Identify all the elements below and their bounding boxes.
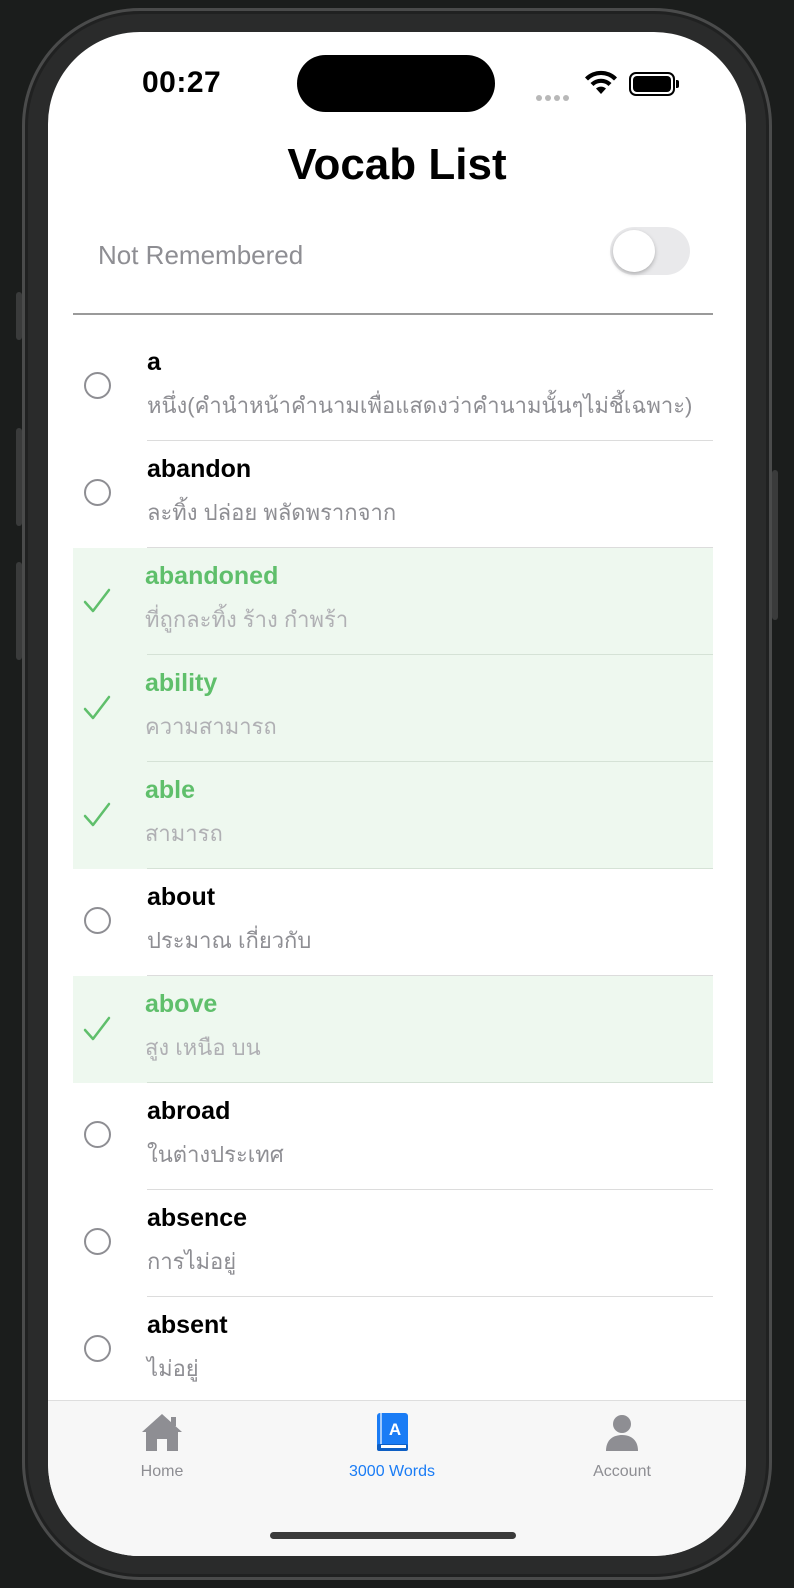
vocab-meaning: ที่ถูกละทิ้ง ร้าง กำพร้า: [145, 607, 349, 632]
tab-home-label: Home: [140, 1463, 184, 1480]
tab-account[interactable]: Account: [562, 1411, 682, 1481]
checkmark-icon[interactable]: [82, 800, 112, 830]
house-icon: [142, 1414, 182, 1451]
unchecked-circle-icon[interactable]: [84, 479, 111, 506]
header-divider: [73, 313, 713, 315]
status-time: 00:27: [142, 66, 222, 99]
checkmark-icon[interactable]: [82, 693, 112, 723]
side-button-action: [16, 292, 22, 340]
vocab-meaning: ความสามารถ: [145, 714, 277, 739]
vocab-meaning: ละทิ้ง ปล่อย พลัดพรากจาก: [147, 500, 397, 525]
vocab-row[interactable]: absent ไม่อยู่: [73, 1297, 713, 1404]
page-title: Vocab List: [287, 140, 507, 189]
dynamic-island: [297, 55, 495, 112]
vocab-word: absence: [147, 1204, 248, 1232]
vocab-meaning: หนึ่ง(คำนำหน้าคำนามเพื่อแสดงว่าคำนามนั้น…: [147, 393, 693, 418]
unchecked-circle-icon[interactable]: [84, 1121, 111, 1148]
side-button-volume-down: [16, 562, 22, 660]
vocab-word: a: [147, 348, 161, 376]
side-button-volume-up: [16, 428, 22, 526]
not-remembered-label: Not Remembered: [98, 240, 304, 270]
vocab-word: above: [145, 990, 218, 1018]
vocab-row[interactable]: abandon ละทิ้ง ปล่อย พลัดพรากจาก: [73, 441, 713, 548]
vocab-word: abandon: [147, 455, 252, 483]
side-button-power: [772, 470, 778, 620]
vocab-meaning: ในต่างประเทศ: [147, 1142, 284, 1167]
svg-text:A: A: [389, 1420, 401, 1439]
app-screen: 00:27 Vocab List Not Remembered a หนึ่ง(ค…: [48, 32, 746, 1556]
checkmark-icon[interactable]: [82, 1014, 112, 1044]
toggle-knob: [613, 230, 655, 272]
cellular-signal-icon: [536, 88, 576, 101]
vocab-word: absent: [147, 1311, 228, 1339]
vocab-row[interactable]: above สูง เหนือ บน: [73, 976, 713, 1083]
unchecked-circle-icon[interactable]: [84, 372, 111, 399]
vocab-meaning: สามารถ: [145, 821, 223, 846]
unchecked-circle-icon[interactable]: [84, 1335, 111, 1362]
vocab-word: abandoned: [145, 562, 279, 590]
home-indicator: [270, 1532, 516, 1539]
vocab-row[interactable]: abroad ในต่างประเทศ: [73, 1083, 713, 1190]
tab-3000-words-label: 3000 Words: [349, 1463, 435, 1480]
checkmark-icon[interactable]: [82, 586, 112, 616]
vocab-meaning: ไม่อยู่: [147, 1356, 199, 1381]
vocab-row[interactable]: absence การไม่อยู่: [73, 1190, 713, 1297]
vocab-meaning: การไม่อยู่: [147, 1249, 237, 1274]
vocab-row[interactable]: a หนึ่ง(คำนำหน้าคำนามเพื่อแสดงว่าคำนามนั้…: [73, 334, 713, 441]
wifi-icon: [585, 70, 617, 94]
unchecked-circle-icon[interactable]: [84, 1228, 111, 1255]
battery-icon: [629, 72, 679, 96]
vocab-row[interactable]: able สามารถ: [73, 762, 713, 869]
tab-home[interactable]: Home: [102, 1411, 222, 1481]
vocab-list: a หนึ่ง(คำนำหน้าคำนามเพื่อแสดงว่าคำนามนั้…: [73, 334, 713, 1404]
vocab-word: abroad: [147, 1097, 231, 1125]
vocab-word: about: [147, 883, 216, 911]
tab-account-label: Account: [593, 1463, 651, 1480]
vocab-row[interactable]: abandoned ที่ถูกละทิ้ง ร้าง กำพร้า: [73, 548, 713, 655]
vocab-meaning: สูง เหนือ บน: [145, 1035, 261, 1060]
vocab-row[interactable]: ability ความสามารถ: [73, 655, 713, 762]
tab-3000-words[interactable]: A 3000 Words: [332, 1411, 452, 1481]
vocab-meaning: ประมาณ เกี่ยวกับ: [147, 928, 312, 953]
vocab-word: able: [145, 776, 196, 804]
person-icon: [606, 1415, 638, 1451]
vocab-word: ability: [145, 669, 218, 697]
filter-row: Not Remembered: [98, 227, 690, 280]
vocab-row[interactable]: about ประมาณ เกี่ยวกับ: [73, 869, 713, 976]
unchecked-circle-icon[interactable]: [84, 907, 111, 934]
book-icon: A: [377, 1413, 408, 1451]
not-remembered-toggle[interactable]: [610, 227, 690, 275]
